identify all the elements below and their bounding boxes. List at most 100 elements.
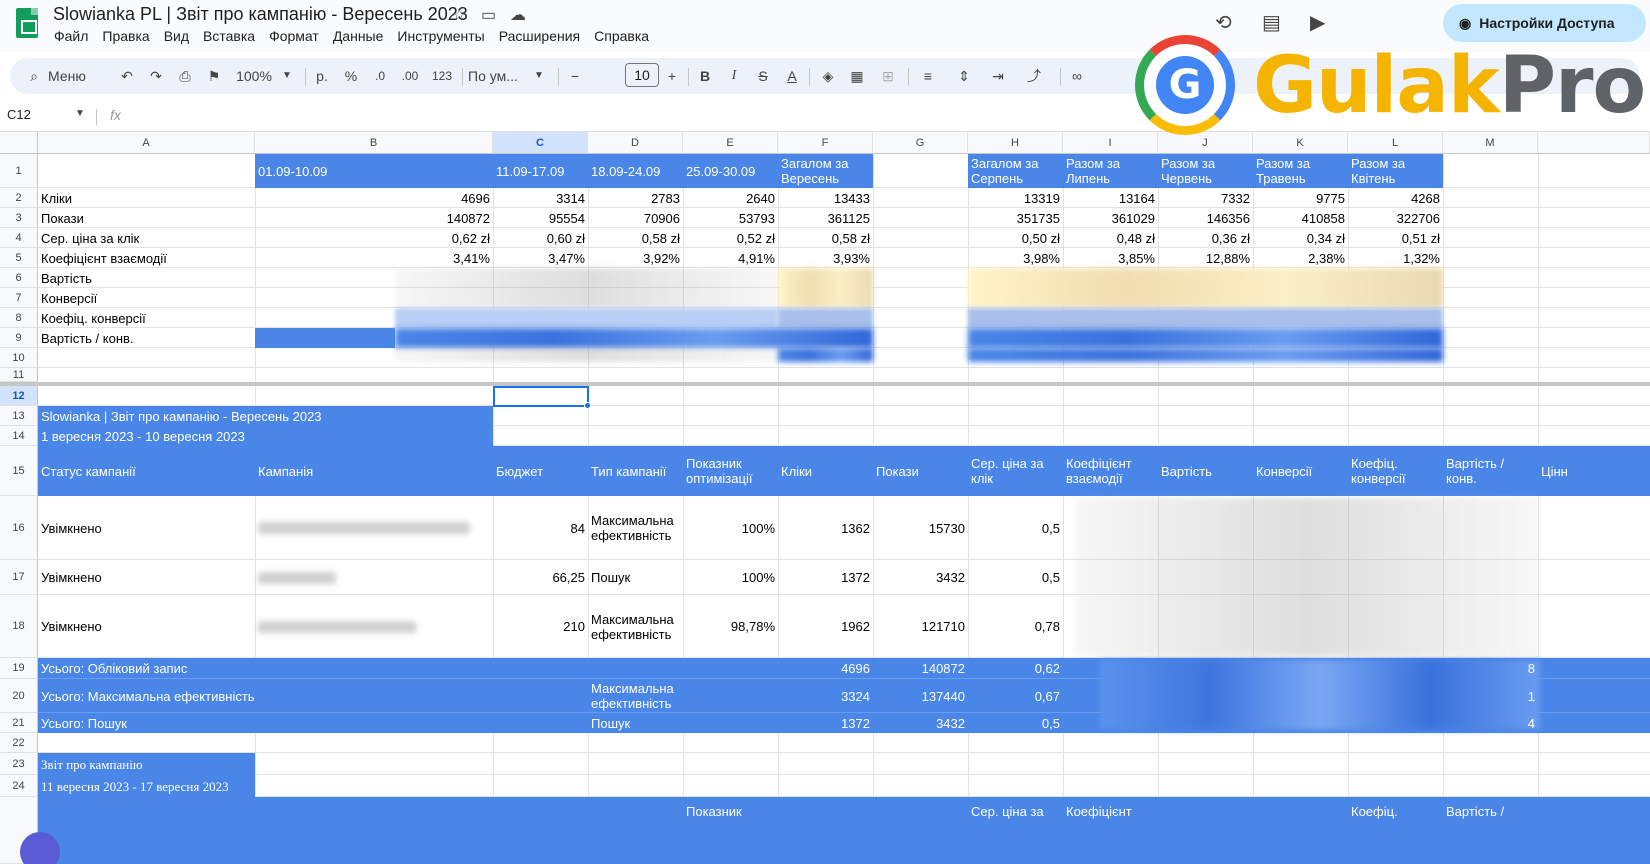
cell-value[interactable]: 0,58 zł — [588, 228, 683, 248]
total-tail-value[interactable]: 1 — [1443, 679, 1538, 713]
strikethrough-button[interactable]: S — [753, 58, 773, 94]
align-horizontal-icon[interactable]: ≡ — [916, 58, 940, 94]
cell-value[interactable]: 4268 — [1348, 188, 1443, 208]
row-header-8[interactable]: 8 — [0, 308, 38, 328]
cell-value[interactable]: 0,50 zł — [968, 228, 1063, 248]
header-clicks[interactable]: Кліки — [778, 446, 873, 496]
row-header-21[interactable]: 21 — [0, 713, 38, 733]
menu-extensions[interactable]: Расширения — [492, 28, 587, 44]
total-avg-cpc[interactable]: 0,67 — [968, 679, 1063, 713]
font-dropdown-icon[interactable]: ▼ — [532, 58, 546, 94]
row-header-23[interactable]: 23 — [0, 753, 38, 775]
name-box[interactable]: C12 — [7, 107, 31, 122]
text-rotation-icon[interactable]: ⤴ — [1022, 58, 1046, 94]
row-header-10[interactable]: 10 — [0, 348, 38, 368]
header-optimization-score[interactable]: Показник оптимізації — [683, 446, 778, 496]
fill-color-icon[interactable]: ◈ — [818, 58, 838, 94]
column-header-b[interactable]: B — [255, 132, 493, 154]
header-total-june[interactable]: Разом за Червень — [1158, 154, 1253, 188]
row-header-14[interactable]: 14 — [0, 426, 38, 446]
cell-value[interactable]: 13319 — [968, 188, 1063, 208]
undo-icon[interactable]: ↶ — [117, 58, 137, 94]
total-account-label[interactable]: Усього: Обліковий запис — [38, 658, 255, 679]
cell-value[interactable]: 0,48 zł — [1063, 228, 1158, 248]
header-total-april[interactable]: Разом за Квітень — [1348, 154, 1443, 188]
campaign-opt-score[interactable]: 98,78% — [683, 595, 778, 658]
campaign-status[interactable]: Увімкнено — [38, 595, 255, 658]
column-header-a[interactable]: A — [38, 132, 255, 154]
row-header-13[interactable]: 13 — [0, 406, 38, 426]
paint-format-icon[interactable]: ⚑ — [204, 58, 224, 94]
header-campaign-status[interactable]: Статус кампанії — [38, 446, 255, 496]
header-campaign[interactable]: Кампанія — [255, 446, 493, 496]
zoom-dropdown-icon[interactable]: ▼ — [280, 58, 294, 94]
currency-format-button[interactable]: р. — [312, 58, 332, 94]
total-clicks[interactable]: 3324 — [778, 679, 873, 713]
assistant-bubble-icon[interactable] — [20, 832, 60, 864]
cell-value[interactable]: 140872 — [255, 208, 493, 228]
row-header-9[interactable]: 9 — [0, 328, 38, 348]
comments-icon[interactable]: ▤ — [1262, 10, 1281, 35]
row-header-2[interactable]: 2 — [0, 188, 38, 208]
row-header-20[interactable]: 20 — [0, 679, 38, 713]
font-size-increase-icon[interactable]: + — [663, 58, 681, 94]
row-header-15[interactable]: 15 — [0, 446, 38, 496]
row-header-3[interactable]: 3 — [0, 208, 38, 228]
label-cost[interactable]: Вартість — [38, 268, 255, 288]
percent-format-button[interactable]: % — [341, 58, 361, 94]
name-box-dropdown-icon[interactable]: ▼ — [75, 108, 85, 119]
report-period[interactable]: 1 вересня 2023 - 10 вересня 2023 — [38, 426, 493, 446]
total-impressions[interactable]: 137440 — [873, 679, 968, 713]
selected-cell-c12[interactable] — [493, 386, 589, 407]
cell-value[interactable]: 3,41% — [255, 248, 493, 268]
align-vertical-icon[interactable]: ⇕ — [952, 58, 976, 94]
header-total-august[interactable]: Загалом за Серпень — [968, 154, 1063, 188]
row-header-12[interactable]: 12 — [0, 386, 38, 406]
meet-icon[interactable]: ▶ — [1310, 10, 1325, 35]
cell-value[interactable]: 4,91% — [683, 248, 778, 268]
campaign-clicks[interactable]: 1362 — [778, 496, 873, 560]
cell-value[interactable]: 12,88% — [1158, 248, 1253, 268]
cell-value[interactable]: 7332 — [1158, 188, 1253, 208]
zoom-select[interactable]: 100% — [234, 58, 274, 94]
menu-edit[interactable]: Правка — [95, 28, 156, 44]
report2-header-opt[interactable]: Показник — [683, 804, 778, 820]
campaign-impressions[interactable]: 121710 — [873, 595, 968, 658]
row-header-4[interactable]: 4 — [0, 228, 38, 248]
campaign-impressions[interactable]: 15730 — [873, 496, 968, 560]
header-total-may[interactable]: Разом за Травень — [1253, 154, 1348, 188]
campaign-clicks[interactable]: 1962 — [778, 595, 873, 658]
cell-value[interactable]: 3,85% — [1063, 248, 1158, 268]
label-interaction-rate[interactable]: Коефіцієнт взаємодії — [38, 248, 255, 268]
report2-header-cpc[interactable]: Сер. ціна за — [968, 804, 1063, 820]
cell-value[interactable]: 0,60 zł — [493, 228, 588, 248]
campaign-avg-cpc[interactable]: 0,5 — [968, 560, 1063, 595]
print-icon[interactable]: ⎙ — [175, 58, 195, 94]
campaign-type[interactable]: Максимальна ефективність — [588, 496, 683, 560]
cell-value[interactable]: 53793 — [683, 208, 778, 228]
font-size-decrease-icon[interactable]: − — [566, 58, 584, 94]
cell-value[interactable]: 3,98% — [968, 248, 1063, 268]
cell-value[interactable]: 2,38% — [1253, 248, 1348, 268]
cell-value[interactable]: 3,47% — [493, 248, 588, 268]
row-header-6[interactable]: 6 — [0, 268, 38, 288]
header-cost-per-conversion[interactable]: Вартість / конв. — [1443, 446, 1538, 496]
row-header-22[interactable]: 22 — [0, 733, 38, 753]
column-header-d[interactable]: D — [588, 132, 683, 154]
row-header-7[interactable]: 7 — [0, 288, 38, 308]
link-icon[interactable]: ∞ — [1067, 58, 1087, 94]
total-pmax-type[interactable]: Максимальна ефективність — [588, 679, 683, 713]
font-select[interactable]: По ум... — [468, 58, 528, 94]
text-color-button[interactable]: A — [782, 58, 802, 94]
campaign-status[interactable]: Увімкнено — [38, 560, 255, 595]
column-header-g[interactable]: G — [873, 132, 968, 154]
header-total-september[interactable]: Загалом за Вересень — [778, 154, 873, 188]
cell-value[interactable]: 95554 — [493, 208, 588, 228]
label-cost-per-conversion[interactable]: Вартість / конв. — [38, 328, 255, 348]
row-header-16[interactable]: 16 — [0, 496, 38, 560]
document-title[interactable]: Slowianka PL | Звіт про кампанію - Верес… — [53, 4, 468, 25]
total-search-type[interactable]: Пошук — [588, 713, 683, 733]
cell-value[interactable]: 3,92% — [588, 248, 683, 268]
header-interaction-rate[interactable]: Коефіцієнт взаємодії — [1063, 446, 1158, 496]
total-clicks[interactable]: 1372 — [778, 713, 873, 733]
